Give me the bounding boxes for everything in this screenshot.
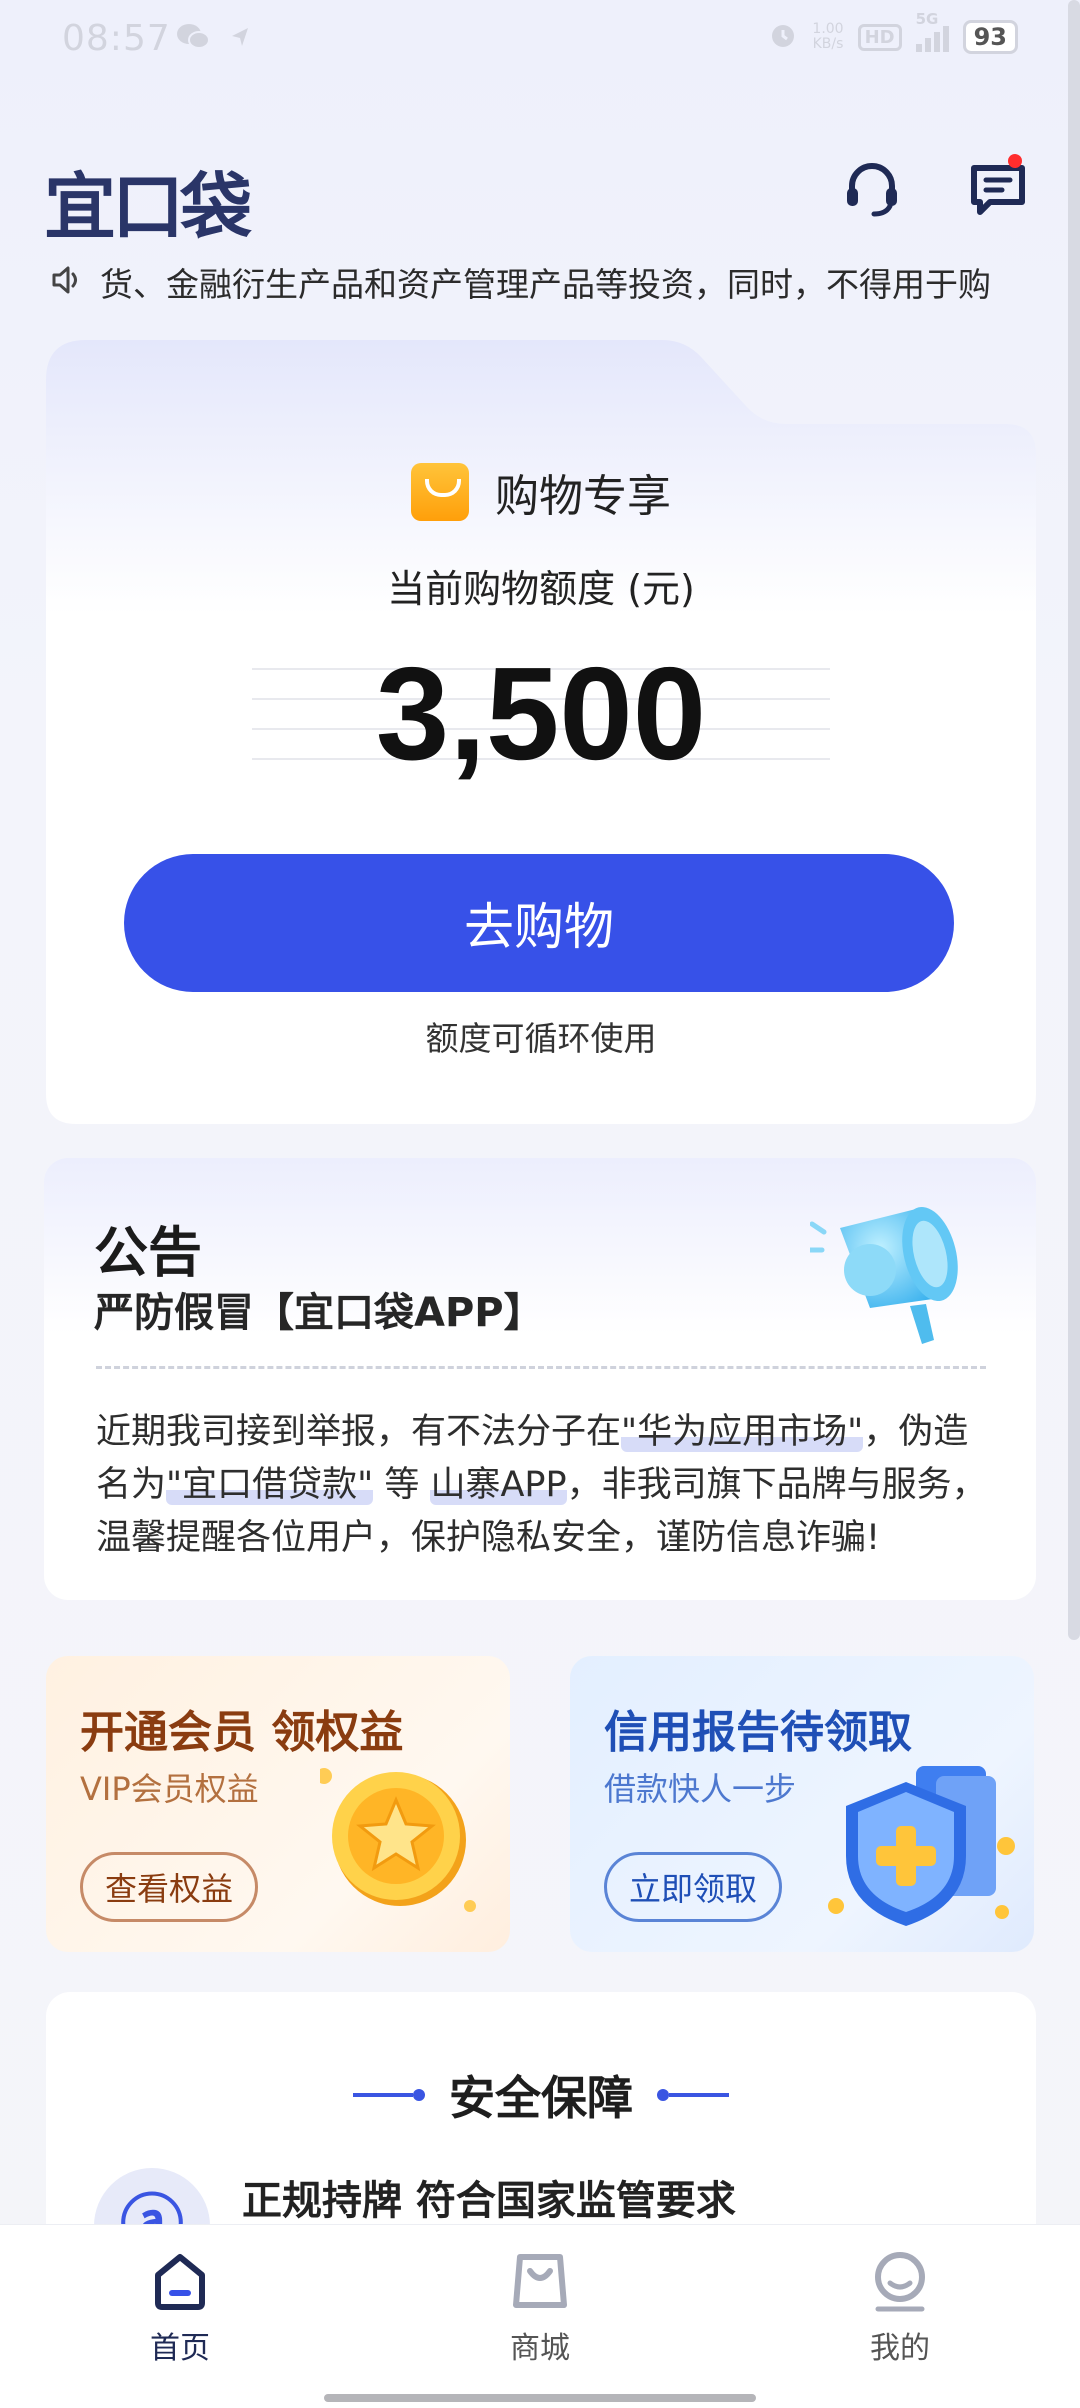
vip-subtitle: VIP会员权益 xyxy=(80,1770,259,1808)
security-item-text: 正规持牌 符合国家监管要求 xyxy=(242,2178,736,2224)
credit-amount: 3,500 xyxy=(375,640,707,787)
bottom-navigation: 首页 商城 我的 xyxy=(0,2224,1080,2408)
vip-promo-card[interactable]: 开通会员 领权益 VIP会员权益 查看权益 xyxy=(46,1656,510,1952)
alarm-icon xyxy=(768,20,798,54)
title-decoration xyxy=(353,2089,425,2101)
nav-mine[interactable]: 我的 xyxy=(820,2249,980,2367)
status-time: 08:57 xyxy=(62,18,171,59)
home-indicator[interactable] xyxy=(324,2394,756,2402)
shield-icon xyxy=(816,1746,1016,1936)
title-decoration xyxy=(657,2089,729,2101)
credit-caption: 当前购物额度 (元) xyxy=(387,567,695,611)
vip-title: 开通会员 领权益 xyxy=(80,1707,404,1758)
hd-badge: HD xyxy=(857,23,902,51)
nav-mine-label: 我的 xyxy=(870,2331,930,2366)
location-arrow-icon xyxy=(228,22,252,60)
notification-dot xyxy=(1008,154,1022,168)
reusable-credit-note: 额度可循环使用 xyxy=(425,1019,657,1058)
shopping-tag: 购物专享 xyxy=(495,471,671,522)
nav-home[interactable]: 首页 xyxy=(100,2249,260,2367)
battery-indicator: 93 xyxy=(962,20,1018,54)
announcement-title: 公告 xyxy=(94,1221,202,1284)
announcement-card[interactable]: 公告 严防假冒【宜口袋APP】 近期我司接到举报，有不法分子在"华为应用市场"，… xyxy=(44,1158,1036,1600)
credit-report-subtitle: 借款快人一步 xyxy=(604,1770,797,1808)
announcement-body: 近期我司接到举报，有不法分子在"华为应用市场"，伪造名为"宜口借贷款" 等 山寨… xyxy=(96,1412,987,1558)
profile-icon xyxy=(868,2249,932,2313)
status-bar: 08:57 1.00 KB/s HD 5G 93 xyxy=(0,0,1080,90)
megaphone-icon xyxy=(807,1188,980,1358)
nav-mall-label: 商城 xyxy=(510,2331,570,2366)
home-icon xyxy=(148,2249,212,2313)
divider xyxy=(96,1366,986,1369)
go-shopping-button[interactable]: 去购物 xyxy=(124,854,954,992)
claim-now-button[interactable]: 立即领取 xyxy=(604,1852,783,1922)
credit-card: 购物专享 当前购物额度 (元) 3,500 去购物 额度可循环使用 xyxy=(46,340,1036,1124)
view-benefits-button[interactable]: 查看权益 xyxy=(80,1852,259,1922)
nav-home-label: 首页 xyxy=(150,2331,210,2366)
signal-icon: 5G xyxy=(915,10,949,52)
shopping-bag-icon xyxy=(508,2249,572,2313)
wechat-icon xyxy=(176,22,210,60)
message-icon[interactable] xyxy=(968,154,1028,218)
customer-service-icon[interactable] xyxy=(842,158,902,218)
app-logo: 宜口袋 xyxy=(44,164,252,249)
shopping-bag-icon xyxy=(411,463,469,521)
speaker-icon xyxy=(50,263,84,301)
credit-report-promo-card[interactable]: 信用报告待领取 借款快人一步 立即领取 xyxy=(570,1656,1034,1952)
nav-mall[interactable]: 商城 xyxy=(460,2249,620,2367)
notice-ticker[interactable]: 货、金融衍生产品和资产管理产品等投资，同时，不得用于购 xyxy=(50,258,1040,306)
announcement-subtitle: 严防假冒【宜口袋APP】 xyxy=(94,1290,544,1336)
network-speed: 1.00 KB/s xyxy=(812,21,844,52)
notice-text: 货、金融衍生产品和资产管理产品等投资，同时，不得用于购 xyxy=(100,265,991,304)
scrollbar[interactable] xyxy=(1068,0,1080,1640)
star-coin-icon xyxy=(316,1756,480,1916)
security-title: 安全保障 xyxy=(449,2071,633,2125)
